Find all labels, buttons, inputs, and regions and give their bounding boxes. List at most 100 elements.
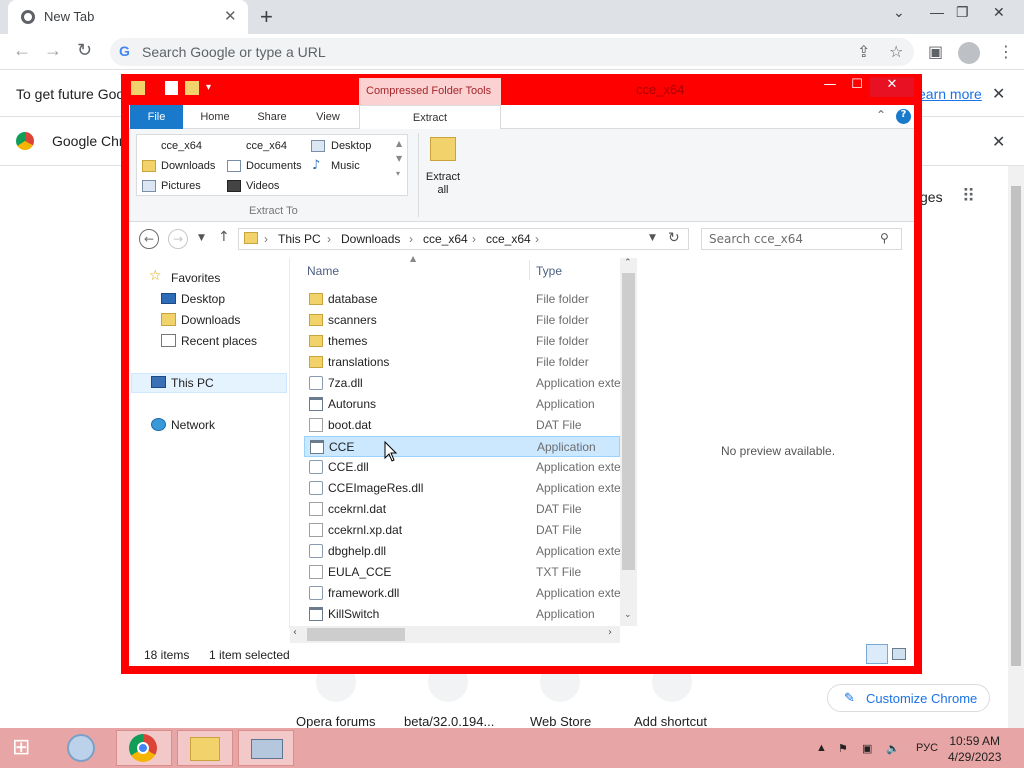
breadcrumb-separator[interactable]: ›	[327, 232, 331, 246]
file-row[interactable]: themes File folder	[304, 331, 620, 352]
breadcrumb-separator[interactable]: ›	[472, 232, 476, 246]
file-row[interactable]: framework.dll Application exte	[304, 583, 620, 604]
file-row[interactable]: Autoruns Application	[304, 394, 620, 415]
properties-qat-icon[interactable]	[165, 81, 178, 95]
tab-home[interactable]: Home	[193, 105, 237, 129]
gallery-item[interactable]: Videos	[246, 180, 279, 192]
page-scrollbar[interactable]	[1008, 166, 1024, 728]
close-window-icon[interactable]: ✕	[993, 4, 1005, 21]
taskbar-keyboard[interactable]	[238, 730, 294, 766]
file-list-hscrollbar[interactable]: ‹ ›	[290, 626, 620, 643]
scroll-left-icon[interactable]: ‹	[293, 627, 297, 638]
tab-close-icon[interactable]: ✕	[224, 7, 237, 25]
customize-chrome-button[interactable]: ✎ Customize Chrome	[827, 684, 990, 712]
new-folder-qat-icon[interactable]	[185, 81, 199, 95]
tab-search-icon[interactable]: ⌄	[893, 4, 905, 21]
start-windows-icon[interactable]: ⊞	[12, 736, 38, 760]
shortcut-label[interactable]: Web Store	[530, 714, 591, 729]
ntp-link-partial[interactable]: ges	[920, 189, 943, 205]
file-row[interactable]: database File folder	[304, 289, 620, 310]
breadcrumb-item[interactable]: Downloads	[341, 232, 400, 246]
tab-share[interactable]: Share	[250, 105, 294, 129]
nav-desktop[interactable]: Desktop	[181, 292, 225, 306]
breadcrumb-separator[interactable]: ›	[409, 232, 413, 246]
apps-grid-icon[interactable]: ⠿	[962, 186, 975, 207]
infobar-close-icon[interactable]: ✕	[992, 84, 1005, 104]
extract-all-icon[interactable]	[430, 137, 456, 161]
file-row[interactable]: ccekrnl.dat DAT File	[304, 499, 620, 520]
file-row[interactable]: CCE.dll Application exte	[304, 457, 620, 478]
minimize-icon[interactable]: —	[930, 4, 944, 20]
back-icon[interactable]: ←	[139, 229, 159, 249]
refresh-icon[interactable]: ↻	[668, 230, 680, 246]
tab-extract[interactable]: Extract	[359, 105, 501, 130]
column-header-name[interactable]: Name	[307, 264, 339, 278]
search-input[interactable]: Search cce_x64	[709, 232, 803, 246]
scroll-down-icon[interactable]: ⌄	[624, 610, 632, 620]
system-clock[interactable]: 10:59 AM 4/29/2023	[948, 733, 1001, 765]
profile-avatar-icon[interactable]	[958, 42, 980, 64]
gallery-scroll-icon[interactable]: ▲ ▼ ▾	[396, 136, 402, 181]
file-row[interactable]: KillSwitch Application	[304, 604, 620, 625]
infobar-default-close-icon[interactable]: ✕	[992, 132, 1005, 152]
help-icon[interactable]: ?	[896, 109, 911, 124]
language-indicator[interactable]: РУС	[916, 742, 938, 754]
taskbar-ie[interactable]	[54, 730, 110, 766]
share-icon[interactable]: ⇪	[857, 42, 870, 61]
large-icons-view-icon[interactable]	[892, 648, 906, 660]
new-tab-button[interactable]: +	[260, 4, 273, 30]
action-center-flag-icon[interactable]: ⚑	[838, 742, 848, 755]
pane-divider[interactable]	[289, 258, 290, 628]
learn-more-link[interactable]: earn more	[918, 86, 982, 102]
back-icon[interactable]: ←	[13, 40, 31, 61]
column-divider[interactable]	[529, 260, 530, 280]
breadcrumb-item[interactable]: cce_x64	[423, 232, 468, 246]
close-icon[interactable]: ✕	[870, 77, 914, 97]
scroll-thumb[interactable]	[622, 273, 635, 570]
network-tray-icon[interactable]: ▣	[862, 742, 872, 755]
tab-file[interactable]: File	[130, 105, 183, 129]
gallery-item[interactable]: cce_x64	[161, 140, 202, 152]
column-header-type[interactable]: Type	[536, 264, 562, 278]
file-row[interactable]: boot.dat DAT File	[304, 415, 620, 436]
gallery-item[interactable]: Desktop	[331, 140, 371, 152]
bookmark-star-icon[interactable]: ☆	[889, 42, 903, 61]
extract-all-button[interactable]: Extract all	[425, 171, 461, 197]
gallery-item[interactable]: Downloads	[161, 160, 215, 172]
file-row[interactable]: CCE Application	[304, 436, 620, 457]
taskbar-chrome[interactable]	[116, 730, 172, 766]
menu-icon[interactable]: ⋮	[998, 42, 1014, 61]
gallery-item[interactable]: Documents	[246, 160, 302, 172]
file-row[interactable]: EULA_CCE TXT File	[304, 562, 620, 583]
breadcrumb-item[interactable]: cce_x64	[486, 232, 531, 246]
file-row[interactable]: CCEImageRes.dll Application exte	[304, 478, 620, 499]
gallery-item[interactable]: Pictures	[161, 180, 201, 192]
nav-network[interactable]: Network	[171, 418, 215, 432]
file-row[interactable]: dbghelp.dll Application exte	[304, 541, 620, 562]
tab-new-tab[interactable]: New Tab ✕	[8, 0, 248, 34]
breadcrumb-separator[interactable]: ›	[264, 232, 268, 246]
shortcut-label[interactable]: Opera forums	[296, 714, 375, 729]
scroll-right-icon[interactable]: ›	[608, 627, 612, 638]
recent-locations-icon[interactable]: ▼	[198, 233, 205, 243]
collapse-ribbon-icon[interactable]: ⌃	[876, 108, 886, 122]
nav-recent-places[interactable]: Recent places	[181, 334, 257, 348]
hscroll-thumb[interactable]	[307, 628, 405, 641]
restore-icon[interactable]: ❐	[956, 4, 969, 21]
taskbar-explorer[interactable]	[177, 730, 233, 766]
tab-view[interactable]: View	[306, 105, 350, 129]
shortcut-label[interactable]: beta/32.0.194...	[404, 714, 494, 729]
scroll-up-icon[interactable]: ⌃	[624, 258, 632, 268]
show-hidden-icons[interactable]: ▲	[816, 742, 827, 754]
breadcrumb-separator[interactable]: ›	[535, 232, 539, 246]
nav-favorites[interactable]: Favorites	[171, 271, 220, 285]
file-row[interactable]: scanners File folder	[304, 310, 620, 331]
file-row[interactable]: 7za.dll Application exte	[304, 373, 620, 394]
nav-downloads[interactable]: Downloads	[181, 313, 240, 327]
omnibox-placeholder[interactable]: Search Google or type a URL	[142, 44, 326, 60]
search-icon[interactable]: ⚲	[880, 231, 889, 245]
minimize-icon[interactable]: —	[815, 77, 845, 97]
qat-dropdown-icon[interactable]: ▾	[206, 82, 211, 93]
reload-icon[interactable]: ↻	[77, 40, 92, 61]
maximize-icon[interactable]: ☐	[842, 77, 872, 97]
